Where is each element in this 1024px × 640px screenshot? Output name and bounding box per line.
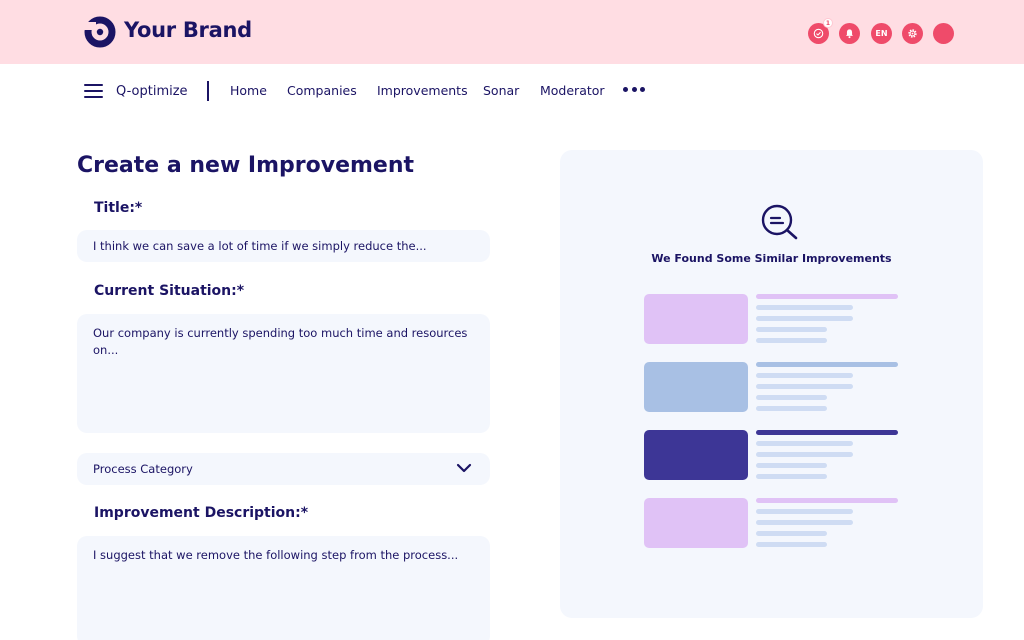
similar-improvement-card[interactable] [644, 362, 898, 412]
card-text-placeholder [756, 463, 827, 468]
card-title-placeholder [756, 498, 898, 503]
title-field-value: I think we can save a lot of time if we … [93, 239, 427, 253]
similar-improvement-card[interactable] [644, 498, 898, 548]
card-text-placeholder [756, 509, 853, 514]
card-text-placeholder [756, 316, 853, 321]
similar-improvement-card[interactable] [644, 294, 898, 344]
card-text-placeholder [756, 327, 827, 332]
nav-item-companies[interactable]: Companies [287, 83, 357, 98]
process-category-placeholder: Process Category [93, 462, 193, 476]
title-field[interactable]: I think we can save a lot of time if we … [77, 230, 490, 262]
card-thumbnail [644, 294, 748, 344]
similar-improvements-title: We Found Some Similar Improvements [651, 252, 892, 265]
card-text-placeholder [756, 531, 827, 536]
task-check-icon[interactable]: 1 [808, 18, 833, 44]
improvement-description-value: I suggest that we remove the following s… [93, 548, 459, 562]
card-thumbnail [644, 362, 748, 412]
card-text-placeholder [756, 384, 853, 389]
nav-item-moderator[interactable]: Moderator [540, 83, 605, 98]
bell-icon[interactable] [839, 23, 860, 44]
nav-item-improvements[interactable]: Improvements [377, 83, 468, 98]
page-title: Create a new Improvement [77, 153, 415, 178]
search-results-icon [761, 204, 798, 240]
current-situation-value: Our company is currently spending too mu… [93, 326, 468, 357]
card-text-placeholder [756, 520, 853, 525]
card-text-placeholder [756, 474, 827, 479]
card-text-placeholder [756, 441, 853, 446]
nav-divider [207, 81, 209, 101]
card-text-placeholder [756, 406, 827, 411]
app-name[interactable]: Q-optimize [116, 84, 188, 99]
card-text-placeholder [756, 452, 853, 457]
nav-item-sonar[interactable]: Sonar [483, 83, 519, 98]
nav-item-home[interactable]: Home [230, 83, 267, 98]
card-title-placeholder [756, 294, 898, 299]
language-badge[interactable]: EN [871, 23, 892, 44]
process-category-select[interactable]: Process Category [77, 453, 490, 485]
card-text-placeholder [756, 542, 827, 547]
card-title-placeholder [756, 430, 898, 435]
card-thumbnail [644, 430, 748, 480]
chevron-down-icon [456, 463, 472, 473]
notification-count-badge: 1 [823, 18, 833, 28]
card-title-placeholder [756, 362, 898, 367]
card-text-placeholder [756, 373, 853, 378]
improvement-description-label: Improvement Description:* [94, 505, 309, 521]
similar-improvement-card[interactable] [644, 430, 898, 480]
current-situation-label: Current Situation:* [94, 283, 245, 299]
card-thumbnail [644, 498, 748, 548]
more-dots-icon[interactable] [623, 87, 645, 93]
settings-icon[interactable] [902, 23, 923, 44]
card-text-placeholder [756, 395, 827, 400]
avatar[interactable] [933, 23, 954, 44]
title-label: Title:* [94, 200, 143, 216]
card-text-placeholder [756, 338, 827, 343]
menu-icon[interactable] [84, 84, 103, 98]
current-situation-field[interactable]: Our company is currently spending too mu… [77, 314, 490, 433]
top-bar: Your Brand 1 EN [0, 0, 1024, 64]
improvement-description-field[interactable]: I suggest that we remove the following s… [77, 536, 490, 640]
card-text-placeholder [756, 305, 853, 310]
